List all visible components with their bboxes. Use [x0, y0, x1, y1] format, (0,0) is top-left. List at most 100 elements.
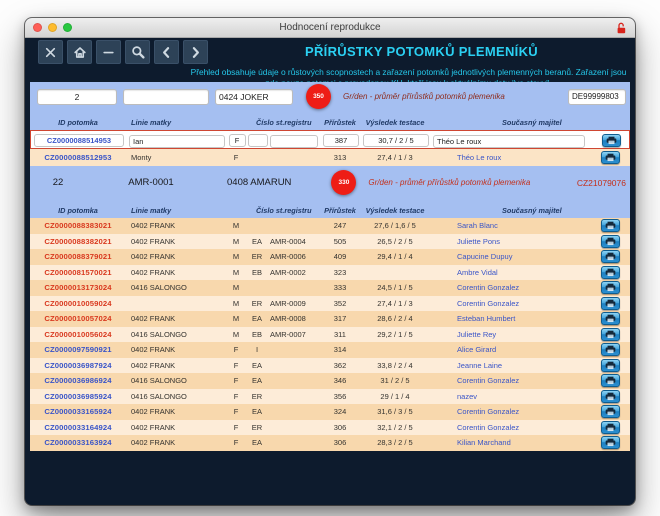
printer-icon [605, 314, 616, 323]
table-row[interactable]: CZ0000097590921 0402 FRANK F I 314 Alice… [30, 342, 630, 358]
page-title: PŘÍRŮSTKY POTOMKŮ PLEMENÍKŮ [208, 40, 635, 59]
table-row[interactable]: CZ0000036987924 0402 FRANK F EA 362 33,8… [30, 358, 630, 374]
row-detail-button[interactable] [601, 312, 620, 325]
row-detail-button[interactable] [601, 436, 620, 449]
titlebar[interactable]: Hodnocení reprodukce [25, 18, 635, 38]
close-button[interactable] [38, 40, 63, 64]
row-detail-button[interactable] [601, 405, 620, 418]
table-row[interactable]: CZ0000088382021 0402 FRANK M EA AMR-0004… [30, 234, 630, 250]
daily-gain: 306 [320, 423, 360, 432]
column-header-majitel: Současný majitel [430, 206, 590, 215]
current-owner: Corentin Gonzalez [430, 407, 590, 416]
current-owner-input[interactable] [433, 135, 585, 148]
row-detail-button[interactable] [601, 374, 620, 387]
sex-value: M [226, 237, 246, 246]
sire-name-input[interactable] [215, 89, 293, 105]
current-owner: Corentin Gonzalez [430, 283, 590, 292]
table-row[interactable]: CZ0000013173024 0416 SALONGO M 333 24,5 … [30, 280, 630, 296]
avg-gain-badge: 350 [306, 84, 331, 109]
column-headers: ID potomka Linie matky Číslo st.registru… [30, 114, 630, 130]
sex-input[interactable] [229, 134, 246, 147]
test-result: 24,5 / 1 / 5 [360, 283, 430, 292]
table-row[interactable]: CZ0000081570021 0402 FRANK M EB AMR-0002… [30, 265, 630, 281]
table-row[interactable]: CZ0000036985924 0416 SALONGO F ER 356 29… [30, 389, 630, 405]
dam-line: 0402 FRANK [126, 407, 226, 416]
offspring-id: CZ0000033165924 [30, 407, 126, 416]
offspring-count-input[interactable] [37, 89, 117, 105]
table-row[interactable]: CZ0000033165924 0402 FRANK F EA 324 31,6… [30, 404, 630, 420]
current-owner: nazev [430, 392, 590, 401]
close-icon [44, 46, 57, 59]
daily-gain-input[interactable] [323, 134, 359, 147]
table-row[interactable]: CZ0000033163924 0402 FRANK F EA 306 28,3… [30, 435, 630, 451]
offspring-id: CZ0000010057024 [30, 314, 126, 323]
daily-gain: 356 [320, 392, 360, 401]
row-detail-button[interactable] [601, 219, 620, 232]
table-row[interactable]: CZ0000010059024 M ER AMR-0009 352 27,4 /… [30, 296, 630, 312]
test-result-input[interactable] [363, 134, 429, 147]
table-row[interactable]: CZ0000088379021 0402 FRANK M ER AMR-0006… [30, 249, 630, 265]
dam-line-input[interactable] [129, 135, 225, 148]
printer-icon [605, 407, 616, 416]
row-detail-button[interactable] [601, 250, 620, 263]
sire-group-header-1: 350 Gr/den - průměr přírůstků potomků pl… [30, 82, 630, 130]
state-register-input[interactable] [270, 135, 318, 148]
sire-line-value: AMR-0001 [104, 177, 198, 188]
current-owner: Ambre Vidal [430, 268, 590, 277]
offspring-id: CZ0000088383021 [30, 221, 126, 230]
row-detail-button[interactable] [601, 151, 620, 164]
avg-gain-label: Gr/den - průměr přírůstků potomků plemen… [343, 92, 505, 101]
row-detail-button[interactable] [601, 297, 620, 310]
row-detail-button[interactable] [602, 134, 621, 147]
sire-line-input[interactable] [123, 89, 209, 105]
row-detail-button[interactable] [601, 266, 620, 279]
daily-gain: 352 [320, 299, 360, 308]
row-detail-button[interactable] [601, 281, 620, 294]
group1-rows: CZ0000088512953 Monty F 313 27,4 / 1 / 3… [30, 149, 630, 167]
table-row[interactable]: CZ0000088512953 Monty F 313 27,4 / 1 / 3… [30, 149, 630, 167]
dam-line: 0416 SALONGO [126, 330, 226, 339]
row-detail-button[interactable] [601, 390, 620, 403]
table-row-active[interactable] [30, 130, 630, 149]
row-detail-button[interactable] [601, 421, 620, 434]
table-row[interactable]: CZ0000010056024 0416 SALONGO M EB AMR-00… [30, 327, 630, 343]
dam-line: 0416 SALONGO [126, 376, 226, 385]
table-row[interactable]: CZ0000010057024 0402 FRANK M EA AMR-0008… [30, 311, 630, 327]
offspring-id: CZ0000013173024 [30, 283, 126, 292]
home-button[interactable] [67, 40, 92, 64]
avg-gain-label: Gr/den - průměr přírůstků potomků plemen… [368, 178, 530, 187]
offspring-id-input[interactable] [34, 134, 124, 147]
status-class: ER [246, 423, 268, 432]
row-detail-button[interactable] [601, 359, 620, 372]
current-owner: Corentin Gonzalez [430, 423, 590, 432]
minus-icon [102, 46, 115, 59]
minimize-button[interactable] [96, 40, 121, 64]
row-detail-button[interactable] [601, 235, 620, 248]
sex-value: M [226, 268, 246, 277]
close-traffic-light[interactable] [33, 23, 42, 32]
zoom-traffic-light[interactable] [63, 23, 72, 32]
dam-line: 0402 FRANK [126, 345, 226, 354]
sire-registration-input[interactable] [568, 89, 626, 105]
current-owner: Alice Girard [430, 345, 590, 354]
current-owner: Théo Le roux [430, 153, 590, 162]
printer-icon [605, 221, 616, 230]
sex-value: M [226, 221, 246, 230]
daily-gain: 317 [320, 314, 360, 323]
status-input[interactable] [248, 134, 268, 147]
row-detail-button[interactable] [601, 343, 620, 356]
next-button[interactable] [183, 40, 208, 64]
table-row[interactable]: CZ0000088383021 0402 FRANK M 247 27,6 / … [30, 218, 630, 234]
daily-gain: 409 [320, 252, 360, 261]
table-row[interactable]: CZ0000033164924 0402 FRANK F ER 306 32,1… [30, 420, 630, 436]
offspring-table: 350 Gr/den - průměr přírůstků potomků pl… [30, 82, 630, 451]
search-button[interactable] [125, 40, 150, 64]
previous-button[interactable] [154, 40, 179, 64]
dam-line: 0402 FRANK [126, 237, 226, 246]
sex-value: M [226, 252, 246, 261]
table-row[interactable]: CZ0000036986924 0416 SALONGO F EA 346 31… [30, 373, 630, 389]
minimize-traffic-light[interactable] [48, 23, 57, 32]
state-register-number: AMR-0002 [268, 268, 320, 277]
current-owner: Sarah Blanc [430, 221, 590, 230]
row-detail-button[interactable] [601, 328, 620, 341]
